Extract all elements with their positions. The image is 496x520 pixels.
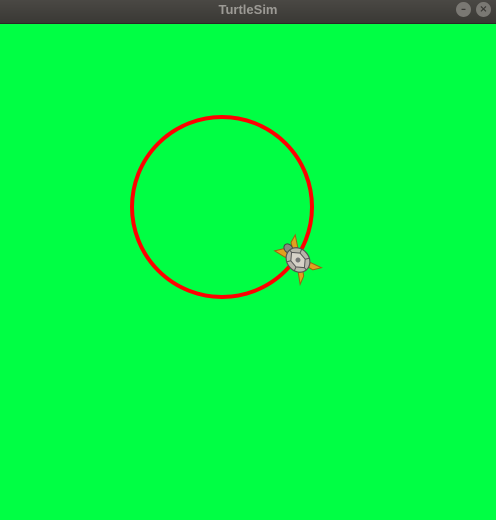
minimize-button[interactable]: –	[456, 2, 471, 17]
turtlesim-window: TurtleSim – ×	[0, 0, 496, 520]
minimize-icon: –	[461, 4, 466, 15]
close-icon: ×	[479, 4, 488, 15]
close-button[interactable]: ×	[476, 2, 491, 17]
title-bar[interactable]: TurtleSim – ×	[0, 0, 496, 24]
window-title: TurtleSim	[218, 2, 278, 17]
canvas-background	[0, 24, 496, 520]
turtle-canvas	[0, 24, 496, 520]
canvas-svg	[0, 24, 496, 520]
